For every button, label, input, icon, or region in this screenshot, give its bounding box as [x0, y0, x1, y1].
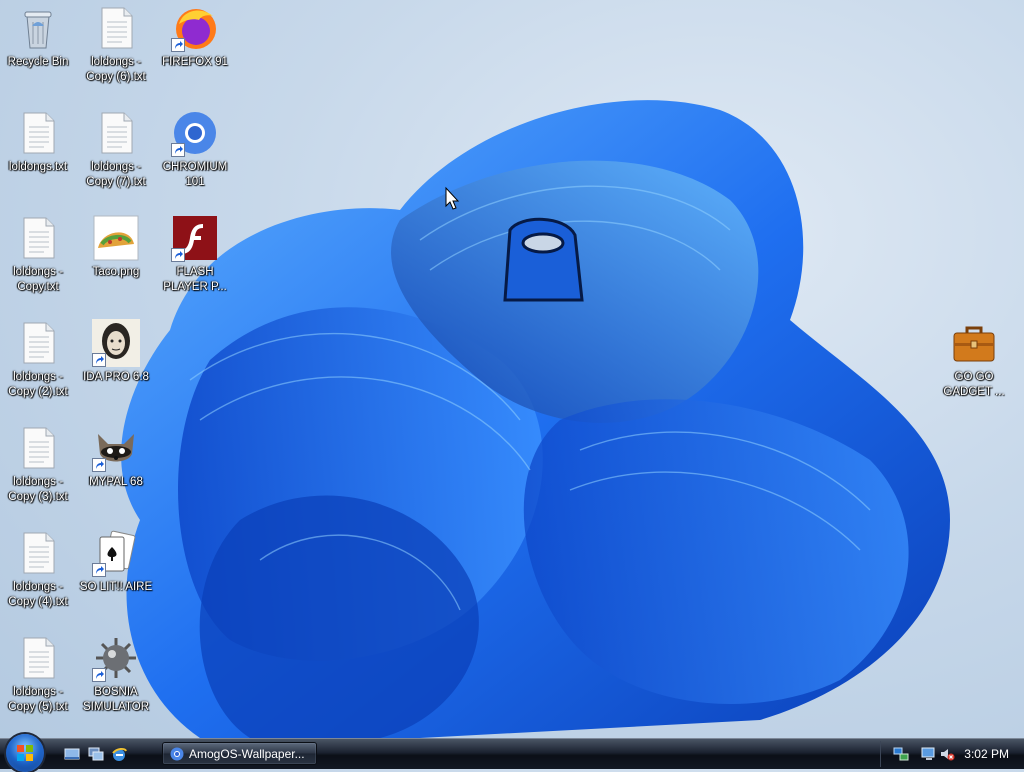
desktop-icon-label: loldongs - Copy (3).txt [8, 476, 68, 503]
desktop-icon[interactable]: CHROMIUM 101 [157, 109, 233, 190]
shortcut-arrow-icon [92, 458, 106, 472]
firefox-icon [171, 4, 219, 52]
desktop-icon[interactable]: FIREFOX 91 [157, 4, 233, 70]
desktop-icon-label: loldongs - Copy (7).txt [86, 161, 146, 188]
ida-pro-icon [92, 319, 140, 367]
image-file-icon [92, 214, 140, 262]
mypal-icon [92, 424, 140, 472]
desktop-icon[interactable]: MYPAL 68 [78, 424, 154, 490]
shortcut-arrow-icon [171, 143, 185, 157]
desktop-icon-label: loldongs - Copy (2).txt [8, 371, 68, 398]
desktop-icon[interactable]: SO LIT!! AIRE [78, 529, 154, 595]
desktop-icon-label: Taco.png [92, 266, 140, 278]
network-icon[interactable] [893, 746, 909, 762]
desktop-icon-label: FIREFOX 91 [162, 56, 228, 68]
monitor-icon[interactable] [921, 746, 937, 762]
chromium-icon [171, 109, 219, 157]
desktop-icon[interactable]: loldongs - Copy (7).txt [78, 109, 154, 190]
shortcut-arrow-icon [171, 248, 185, 262]
desktop-icon-label: SO LIT!! AIRE [79, 581, 153, 593]
switch-windows-icon[interactable] [88, 746, 104, 762]
desktop-icon-label: loldongs - Copy (5).txt [8, 686, 68, 713]
desktop-icon[interactable]: GO GO GADGET ... [936, 319, 1012, 400]
minesweeper-icon [92, 634, 140, 682]
text-file-icon [92, 4, 140, 52]
desktop-icon-label: Recycle Bin [7, 56, 69, 68]
shortcut-arrow-icon [92, 668, 106, 682]
desktop-icon-label: loldongs - Copy.txt [13, 266, 63, 293]
desktop-icon-label: loldongs - Copy (4).txt [8, 581, 68, 608]
start-button[interactable] [6, 734, 44, 772]
desktop-icon[interactable]: loldongs - Copy (3).txt [0, 424, 76, 505]
taskbar-window-button[interactable]: AmogOS-Wallpaper... [162, 742, 317, 765]
desktop-icon-label: GO GO GADGET ... [943, 371, 1005, 398]
system-tray: 3:02 PM [880, 741, 1024, 767]
shortcut-arrow-icon [171, 38, 185, 52]
desktop-icon[interactable]: loldongs - Copy (5).txt [0, 634, 76, 715]
clock[interactable]: 3:02 PM [964, 747, 1009, 761]
solitaire-icon [92, 529, 140, 577]
desktop-icon[interactable]: loldongs - Copy (4).txt [0, 529, 76, 610]
taskbar-window-label: AmogOS-Wallpaper... [189, 747, 305, 761]
text-file-icon [14, 424, 62, 472]
shortcut-arrow-icon [92, 353, 106, 367]
desktop-icon-label: IDA PRO 6.8 [83, 371, 149, 383]
desktop-icon-label: loldongs.txt [8, 161, 68, 173]
desktop-icon-label: CHROMIUM 101 [162, 161, 228, 188]
text-file-icon [14, 529, 62, 577]
chromium-icon [170, 747, 184, 761]
desktop-icon-label: FLASH PLAYER P... [163, 266, 227, 293]
recycle-bin-icon [14, 4, 62, 52]
desktop-icon[interactable]: FLASH PLAYER P... [157, 214, 233, 295]
windows-orb-icon [17, 745, 33, 761]
text-file-icon [14, 214, 62, 262]
desktop-icon[interactable]: loldongs - Copy (2).txt [0, 319, 76, 400]
flash-player-icon [171, 214, 219, 262]
desktop-icon[interactable]: loldongs.txt [0, 109, 76, 175]
desktop-icon[interactable]: Recycle Bin [0, 4, 76, 70]
desktop-icon[interactable]: IDA PRO 6.8 [78, 319, 154, 385]
shortcut-arrow-icon [92, 563, 106, 577]
text-file-icon [14, 319, 62, 367]
desktop-icon-label: BOSNIA SIMULATOR [82, 686, 150, 713]
text-file-icon [14, 634, 62, 682]
desktop-icon[interactable]: loldongs - Copy (6).txt [78, 4, 154, 85]
text-file-icon [14, 109, 62, 157]
briefcase-icon [950, 319, 998, 367]
show-desktop-icon[interactable] [64, 746, 80, 762]
text-file-icon [92, 109, 140, 157]
volume-muted-icon[interactable] [939, 746, 955, 762]
desktop-icon[interactable]: Taco.png [78, 214, 154, 280]
taskbar: AmogOS-Wallpaper... 3:02 PM [0, 734, 1024, 772]
desktop-icon[interactable]: loldongs - Copy.txt [0, 214, 76, 295]
desktop-icon-label: loldongs - Copy (6).txt [86, 56, 146, 83]
internet-explorer-icon[interactable] [111, 746, 127, 762]
desktop-icon[interactable]: BOSNIA SIMULATOR [78, 634, 154, 715]
desktop-icon-label: MYPAL 68 [89, 476, 143, 488]
